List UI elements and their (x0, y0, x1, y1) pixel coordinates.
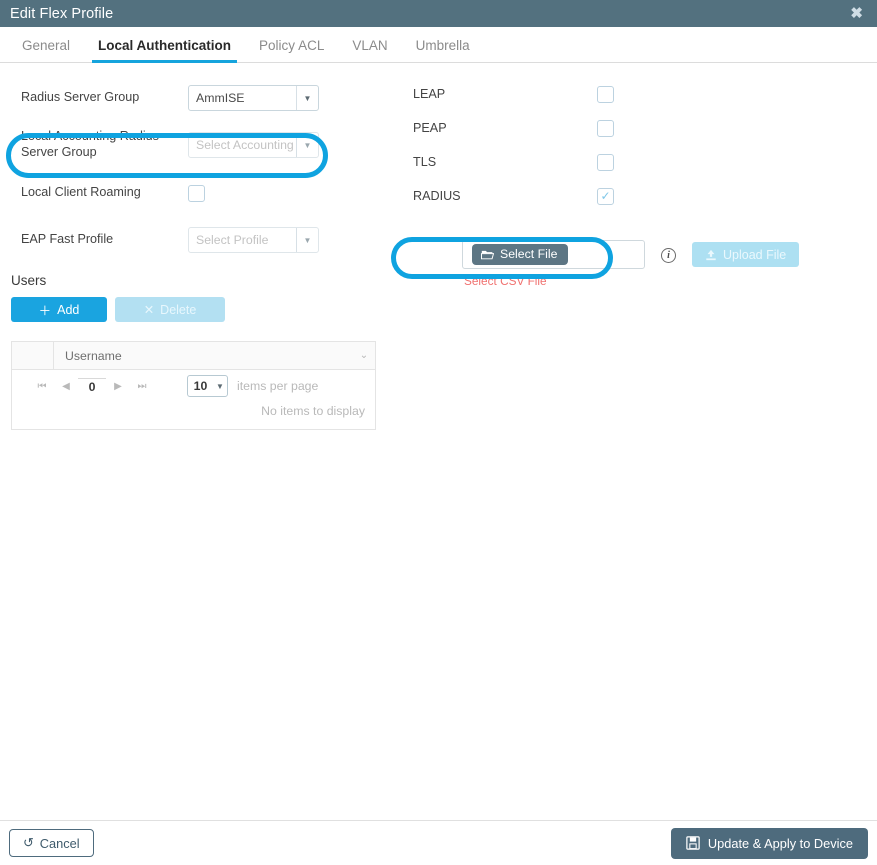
peap-checkbox[interactable] (597, 120, 614, 137)
eap-fast-profile-placeholder: Select Profile (189, 228, 296, 252)
upload-file-button[interactable]: Upload File (692, 242, 799, 267)
pager-prev-button[interactable]: ◀ (54, 381, 78, 392)
chevron-down-icon: ▼ (296, 133, 318, 157)
local-client-roaming-checkbox[interactable] (188, 185, 205, 202)
file-upload-area: Select File Select CSV File i Upload Fil… (400, 240, 870, 288)
tls-checkbox[interactable] (597, 154, 614, 171)
save-icon (686, 836, 700, 850)
items-per-page-label: items per page (237, 379, 318, 393)
chevron-down-icon: ▼ (296, 228, 318, 252)
undo-icon: ↺ (23, 835, 34, 851)
users-table: Username ⌄ ⏮ ◀ 0 ▶ ⏭ 10 ▼ items per page… (11, 341, 376, 430)
field-tls: TLS (400, 145, 870, 179)
leap-checkbox[interactable] (597, 86, 614, 103)
pager-next-button[interactable]: ▶ (106, 381, 130, 392)
users-action-buttons: ＋ Add ✕ Delete (0, 297, 400, 322)
field-radius-server-group: Radius Server Group AmmISE ▼ (0, 79, 400, 117)
pager-last-button[interactable]: ⏭ (130, 381, 154, 392)
check-icon: ✓ (600, 190, 610, 202)
field-peap: PEAP (400, 111, 870, 145)
local-accounting-radius-server-group-label: Local Accounting Radius Server Group (21, 129, 188, 160)
column-header-username[interactable]: Username (54, 349, 353, 363)
radius-server-group-select[interactable]: AmmISE ▼ (188, 85, 319, 111)
field-radius: RADIUS ✓ (400, 179, 870, 213)
tab-policy-acl[interactable]: Policy ACL (245, 38, 338, 62)
field-local-client-roaming: Local Client Roaming (0, 174, 400, 212)
left-form-column: Radius Server Group AmmISE ▼ Local Accou… (0, 63, 400, 430)
cancel-button[interactable]: ↺ Cancel (9, 829, 94, 857)
users-table-pager: ⏮ ◀ 0 ▶ ⏭ 10 ▼ items per page (12, 370, 375, 402)
select-csv-hint: Select CSV File (462, 274, 645, 288)
add-user-button[interactable]: ＋ Add (11, 297, 107, 322)
items-per-page-select[interactable]: 10 ▼ (187, 375, 228, 397)
chevron-down-icon: ▼ (296, 86, 318, 110)
radius-server-group-label: Radius Server Group (21, 90, 188, 106)
select-file-button-label: Select File (500, 247, 557, 261)
cross-icon: ✕ (144, 302, 154, 317)
local-accounting-radius-server-group-placeholder: Select Accounting Se (189, 133, 296, 157)
radius-label: RADIUS (413, 189, 597, 203)
field-local-accounting-radius-server-group: Local Accounting Radius Server Group Sel… (0, 126, 400, 164)
field-leap: LEAP (400, 77, 870, 111)
tab-vlan[interactable]: VLAN (338, 38, 401, 62)
delete-user-button[interactable]: ✕ Delete (115, 297, 225, 322)
chevron-down-icon[interactable]: ⌄ (353, 350, 375, 361)
dialog-footer: ↺ Cancel Update & Apply to Device (0, 820, 877, 865)
folder-open-icon (481, 249, 494, 260)
select-all-column[interactable] (12, 342, 54, 369)
tab-local-authentication[interactable]: Local Authentication (84, 38, 245, 62)
pager-first-button[interactable]: ⏮ (30, 381, 54, 392)
field-eap-fast-profile: EAP Fast Profile Select Profile ▼ (0, 221, 400, 259)
local-accounting-radius-server-group-select[interactable]: Select Accounting Se ▼ (188, 132, 319, 158)
items-per-page-value: 10 (188, 379, 213, 393)
eap-fast-profile-select[interactable]: Select Profile ▼ (188, 227, 319, 253)
users-heading: Users (0, 273, 400, 288)
close-icon[interactable]: ✖ (846, 4, 867, 23)
radius-server-group-value: AmmISE (189, 86, 296, 110)
tab-general[interactable]: General (8, 38, 84, 62)
peap-label: PEAP (413, 121, 597, 135)
users-table-empty-message: No items to display (12, 402, 375, 429)
leap-label: LEAP (413, 87, 597, 101)
eap-fast-profile-label: EAP Fast Profile (21, 232, 188, 248)
delete-user-button-label: Delete (160, 303, 196, 317)
add-user-button-label: Add (57, 303, 79, 317)
chevron-down-icon: ▼ (213, 382, 227, 391)
tls-label: TLS (413, 155, 597, 169)
tab-bar: General Local Authentication Policy ACL … (0, 27, 877, 63)
window-titlebar: Edit Flex Profile ✖ (0, 0, 877, 27)
upload-file-button-label: Upload File (723, 248, 786, 262)
dialog-content: Radius Server Group AmmISE ▼ Local Accou… (0, 63, 877, 823)
right-form-column: LEAP PEAP TLS RADIUS ✓ (400, 63, 870, 288)
cancel-button-label: Cancel (40, 836, 80, 851)
upload-icon (705, 249, 717, 261)
file-input[interactable]: Select File (462, 240, 645, 269)
info-icon[interactable]: i (661, 248, 676, 263)
plus-icon: ＋ (39, 300, 52, 319)
local-client-roaming-label: Local Client Roaming (21, 185, 188, 201)
pager-page-number: 0 (78, 378, 106, 394)
radius-checkbox[interactable]: ✓ (597, 188, 614, 205)
window-title: Edit Flex Profile (10, 6, 113, 22)
tab-umbrella[interactable]: Umbrella (402, 38, 484, 62)
select-file-button[interactable]: Select File (472, 244, 568, 265)
users-table-header: Username ⌄ (12, 342, 375, 370)
update-and-apply-button-label: Update & Apply to Device (708, 836, 853, 851)
update-and-apply-button[interactable]: Update & Apply to Device (671, 828, 868, 859)
